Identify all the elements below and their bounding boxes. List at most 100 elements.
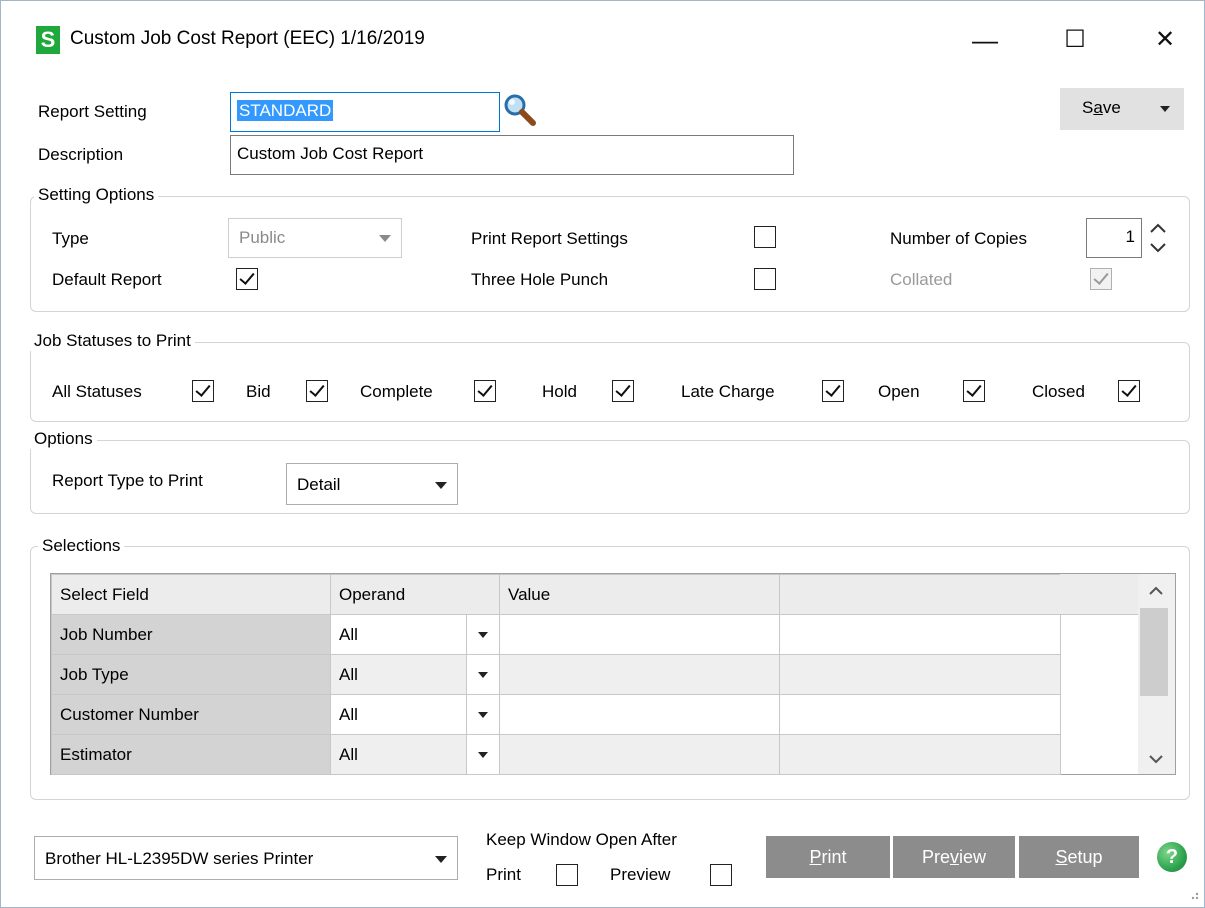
selections-table: Select Field Operand Value Job Number Al… bbox=[51, 574, 1061, 775]
keep-open-preview-checkbox[interactable] bbox=[710, 864, 732, 886]
report-setting-input[interactable]: STANDARD bbox=[230, 92, 500, 132]
column-header: Operand bbox=[330, 574, 500, 615]
table-row[interactable]: Customer Number All bbox=[51, 694, 1061, 735]
table-header-row: Select Field Operand Value bbox=[51, 574, 1061, 615]
report-setting-label: Report Setting bbox=[38, 102, 147, 121]
print-button[interactable]: Print bbox=[766, 836, 890, 878]
select-field-cell: Estimator bbox=[51, 734, 331, 775]
status-all-label: All Statuses bbox=[52, 382, 142, 401]
selections-scrollbar[interactable] bbox=[1138, 574, 1175, 774]
keep-open-print-checkbox[interactable] bbox=[556, 864, 578, 886]
operand-cell[interactable]: All bbox=[330, 654, 500, 695]
description-input[interactable]: Custom Job Cost Report bbox=[230, 135, 794, 175]
keep-window-open-label: Keep Window Open After bbox=[486, 830, 677, 849]
chevron-down-icon[interactable] bbox=[466, 655, 499, 694]
preview-button[interactable]: Preview bbox=[893, 836, 1015, 878]
default-report-label: Default Report bbox=[52, 270, 162, 289]
default-report-checkbox[interactable] bbox=[236, 268, 258, 290]
select-field-cell: Job Type bbox=[51, 654, 331, 695]
table-row[interactable]: Estimator All bbox=[51, 734, 1061, 775]
value-cell[interactable] bbox=[499, 734, 780, 775]
operand-cell[interactable]: All bbox=[330, 734, 500, 775]
status-bid-checkbox[interactable] bbox=[306, 380, 328, 402]
save-split-button[interactable]: Save bbox=[1060, 88, 1184, 130]
report-type-dropdown[interactable]: Detail bbox=[286, 463, 458, 505]
keep-open-print-label: Print bbox=[486, 865, 521, 884]
app-logo-icon: S bbox=[36, 26, 60, 54]
setting-options-group bbox=[30, 196, 1190, 312]
setting-options-title: Setting Options bbox=[34, 185, 159, 205]
value-cell-2[interactable] bbox=[779, 734, 1061, 775]
help-icon[interactable]: ? bbox=[1157, 842, 1187, 872]
column-header bbox=[779, 574, 1061, 615]
chevron-down-icon[interactable] bbox=[466, 615, 499, 654]
chevron-down-icon bbox=[435, 856, 447, 863]
chevron-down-icon bbox=[379, 235, 391, 242]
description-label: Description bbox=[38, 145, 124, 164]
copies-spinner[interactable] bbox=[1146, 218, 1170, 258]
status-complete-checkbox[interactable] bbox=[474, 380, 496, 402]
printer-value: Brother HL-L2395DW series Printer bbox=[45, 849, 314, 868]
value-cell-2[interactable] bbox=[779, 614, 1061, 655]
scroll-down-icon[interactable] bbox=[1149, 754, 1163, 764]
printer-dropdown[interactable]: Brother HL-L2395DW series Printer bbox=[34, 836, 458, 880]
value-cell-2[interactable] bbox=[779, 654, 1061, 695]
print-report-settings-label: Print Report Settings bbox=[471, 229, 628, 248]
type-dropdown: Public bbox=[228, 218, 402, 258]
save-button-label[interactable]: Save bbox=[1082, 98, 1121, 118]
status-closed-checkbox[interactable] bbox=[1118, 380, 1140, 402]
window-title: Custom Job Cost Report (EEC) 1/16/2019 bbox=[70, 28, 425, 49]
value-cell[interactable] bbox=[499, 654, 780, 695]
value-cell[interactable] bbox=[499, 614, 780, 655]
keep-open-preview-label: Preview bbox=[610, 865, 671, 884]
status-bid-label: Bid bbox=[246, 382, 271, 401]
type-label: Type bbox=[52, 229, 89, 248]
selections-title: Selections bbox=[38, 536, 125, 556]
table-row[interactable]: Job Number All bbox=[51, 614, 1061, 655]
scroll-up-icon[interactable] bbox=[1149, 586, 1163, 596]
status-all-checkbox[interactable] bbox=[192, 380, 214, 402]
close-button[interactable]: ✕ bbox=[1135, 18, 1195, 62]
status-hold-checkbox[interactable] bbox=[612, 380, 634, 402]
collated-checkbox bbox=[1090, 268, 1112, 290]
job-statuses-title: Job Statuses to Print bbox=[30, 331, 195, 351]
collated-label: Collated bbox=[890, 270, 953, 289]
status-late-charge-checkbox[interactable] bbox=[822, 380, 844, 402]
maximize-button[interactable]: ☐ bbox=[1045, 18, 1105, 62]
save-dropdown-chevron-icon[interactable] bbox=[1160, 106, 1170, 112]
options-title: Options bbox=[30, 429, 97, 449]
status-complete-label: Complete bbox=[360, 382, 433, 401]
status-closed-label: Closed bbox=[1032, 382, 1085, 401]
options-group bbox=[30, 440, 1190, 514]
print-report-settings-checkbox[interactable] bbox=[754, 226, 776, 248]
grid-header-filler bbox=[1060, 574, 1138, 615]
value-cell[interactable] bbox=[499, 694, 780, 735]
search-lookup-icon[interactable] bbox=[503, 93, 537, 127]
three-hole-punch-checkbox[interactable] bbox=[754, 268, 776, 290]
chevron-down-icon bbox=[435, 482, 447, 489]
select-field-cell: Customer Number bbox=[51, 694, 331, 735]
chevron-down-icon[interactable] bbox=[466, 735, 499, 774]
operand-cell[interactable]: All bbox=[330, 694, 500, 735]
report-type-value: Detail bbox=[297, 475, 341, 494]
status-late-charge-label: Late Charge bbox=[681, 382, 775, 401]
table-row[interactable]: Job Type All bbox=[51, 654, 1061, 695]
copies-label: Number of Copies bbox=[890, 229, 1028, 248]
status-open-checkbox[interactable] bbox=[963, 380, 985, 402]
resize-grip-icon[interactable] bbox=[1186, 886, 1200, 900]
column-header: Value bbox=[499, 574, 780, 615]
value-cell-2[interactable] bbox=[779, 694, 1061, 735]
setup-button[interactable]: Setup bbox=[1019, 836, 1139, 878]
column-header: Select Field bbox=[51, 574, 331, 615]
chevron-down-icon[interactable] bbox=[466, 695, 499, 734]
minimize-button[interactable]: — bbox=[955, 18, 1015, 62]
copies-input[interactable]: 1 bbox=[1086, 218, 1142, 258]
report-type-label: Report Type to Print bbox=[52, 471, 203, 490]
operand-cell[interactable]: All bbox=[330, 614, 500, 655]
status-hold-label: Hold bbox=[542, 382, 577, 401]
three-hole-punch-label: Three Hole Punch bbox=[471, 270, 609, 289]
report-setting-value: STANDARD bbox=[237, 100, 334, 121]
type-value: Public bbox=[239, 228, 286, 247]
title-bar: S Custom Job Cost Report (EEC) 1/16/2019… bbox=[0, 0, 1205, 80]
scrollbar-thumb[interactable] bbox=[1140, 608, 1168, 696]
